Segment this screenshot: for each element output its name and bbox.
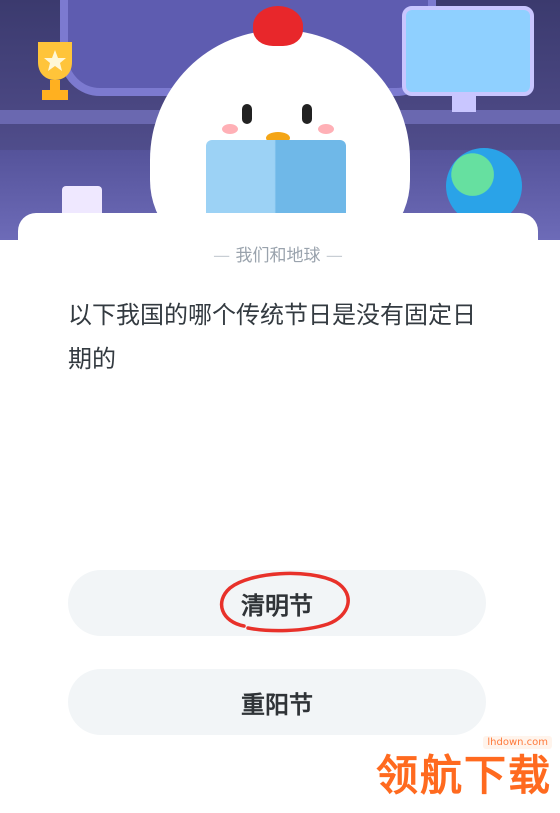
topic-label: — 我们和地球 —: [18, 241, 538, 266]
hero-illustration: [0, 0, 560, 240]
mascot-eye-left: [242, 104, 252, 124]
monitor-stand: [452, 94, 476, 112]
mascot-cheek-right: [318, 124, 334, 134]
mascot-cheek-left: [222, 124, 238, 134]
topic-text: 我们和地球: [235, 246, 321, 266]
trophy-icon: [38, 42, 72, 100]
monitor: [402, 6, 534, 96]
watermark: lhdown.com 领航下载: [370, 728, 560, 800]
answer-option-2-label: 重阳节: [241, 690, 313, 719]
question-card: — 我们和地球 — 以下我国的哪个传统节日是没有固定日期的 清明节 重阳节: [18, 213, 538, 813]
topic-dash-left: —: [213, 246, 236, 266]
watermark-text: 领航下载: [376, 751, 553, 800]
topic-dash-right: —: [320, 246, 343, 266]
answer-option-2[interactable]: 重阳节: [68, 669, 486, 735]
hand-drawn-circle-mark: [219, 571, 350, 633]
mascot-eye-right: [302, 104, 312, 124]
mascot-comb: [253, 6, 303, 46]
question-text: 以下我国的哪个传统节日是没有固定日期的: [68, 301, 476, 373]
